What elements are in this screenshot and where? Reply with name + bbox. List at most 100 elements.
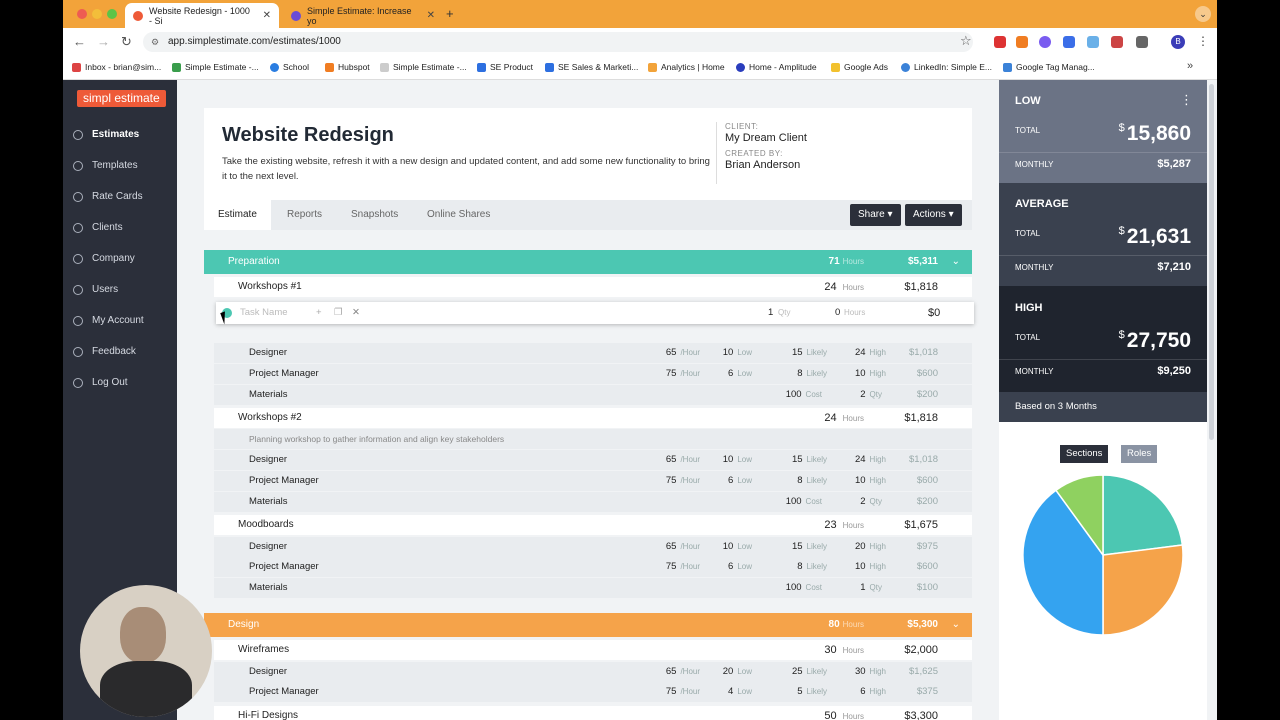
task-row[interactable]: Hi-Fi Designs 50 Hours $3,300 [214, 706, 972, 720]
high-cell[interactable]: 24 High [855, 450, 886, 470]
rate-cell[interactable]: 75/Hour [666, 364, 700, 384]
likely-cell[interactable]: 5 Likely [797, 682, 827, 702]
duplicate-icon[interactable]: ❐ [334, 302, 343, 324]
task-name-input[interactable]: Task Name [240, 302, 288, 324]
bookmark-item[interactable]: Google Ads [831, 62, 888, 72]
sidebar-item-log-out[interactable]: Log Out [73, 377, 128, 388]
role-row[interactable]: Designer 65/Hour 10 Low 15 Likely 20 High $… [214, 537, 972, 557]
rate-cell[interactable]: 65/Hour [666, 537, 700, 557]
rate-cell[interactable]: 75/Hour [666, 471, 700, 491]
low-cell[interactable]: 10 Low [723, 343, 752, 363]
section-header[interactable]: Preparation 71 Hours $5,311 ⌄ [204, 250, 972, 274]
sidebar-item-estimates[interactable]: Estimates [73, 129, 139, 140]
bookmark-item[interactable]: SE Product [477, 62, 533, 72]
tab-estimate[interactable]: Estimate [204, 200, 271, 230]
tab-reports[interactable]: Reports [287, 200, 322, 230]
close-tab-icon[interactable]: ✕ [427, 10, 435, 21]
low-cell[interactable]: 6 Low [728, 471, 752, 491]
sidebar-item-users[interactable]: Users [73, 284, 118, 295]
app-logo[interactable]: simpl estimate [77, 90, 166, 107]
sidebar-item-clients[interactable]: Clients [73, 222, 123, 233]
role-row[interactable]: Designer 65/Hour 10 Low 15 Likely 24 High $… [214, 450, 972, 470]
bookmark-item[interactable]: Simple Estimate -... [172, 62, 259, 72]
profile-avatar[interactable]: B [1171, 35, 1185, 49]
role-row[interactable]: Project Manager 75/Hour 6 Low 8 Likely 10 H… [214, 557, 972, 577]
likely-cell[interactable]: 15 Likely [792, 343, 827, 363]
rate-cell[interactable]: 65/Hour [666, 343, 700, 363]
role-row[interactable]: Project Manager 75/Hour 6 Low 8 Likely 10 H… [214, 471, 972, 491]
bookmark-item[interactable]: Hubspot [325, 62, 370, 72]
mail-extension-icon[interactable] [1111, 36, 1123, 48]
share-button[interactable]: Share ▾ [850, 204, 901, 226]
low-cell[interactable]: 6 Low [728, 557, 752, 577]
bookmark-item[interactable]: SE Sales & Marketi... [545, 62, 638, 72]
low-cell[interactable]: 20 Low [723, 662, 752, 682]
extension-icon[interactable] [1016, 36, 1028, 48]
likely-cell[interactable]: 8 Likely [797, 557, 827, 577]
high-cell[interactable]: 24 High [855, 343, 886, 363]
browser-tab[interactable]: Simple Estimate: Increase yo ✕ [283, 3, 443, 28]
toggle-roles[interactable]: Roles [1121, 445, 1158, 463]
close-tab-icon[interactable]: ✕ [263, 10, 271, 21]
pie-slice-1[interactable] [1102, 474, 1184, 556]
scrollbar[interactable] [1209, 84, 1214, 440]
forward-icon[interactable]: → [97, 34, 110, 49]
add-icon[interactable]: + [316, 302, 322, 324]
rate-cell[interactable]: 65/Hour [666, 450, 700, 470]
bookmark-item[interactable]: School [270, 62, 309, 72]
based-on-months[interactable]: Based on 3 Months [999, 392, 1207, 422]
bookmark-item[interactable]: Google Tag Manag... [1003, 62, 1095, 72]
client-name[interactable]: My Dream Client [725, 132, 807, 144]
rate-cell[interactable]: 65/Hour [666, 662, 700, 682]
extension-icon[interactable] [1087, 36, 1099, 48]
address-bar[interactable]: ⚙ app.simplestimate.com/estimates/1000 [143, 32, 973, 52]
collapse-chevron-icon[interactable]: ⌄ [952, 613, 960, 637]
cost-cell[interactable]: 100 Cost [786, 385, 822, 405]
role-row[interactable]: Designer 65/Hour 10 Low 15 Likely 24 High $… [214, 343, 972, 363]
sidebar-item-templates[interactable]: Templates [73, 160, 138, 171]
bookmark-item[interactable]: Inbox - brian@sim... [72, 62, 161, 72]
bookmark-item[interactable]: Analytics | Home [648, 62, 725, 72]
task-notes[interactable]: Planning workshop to gather information … [214, 429, 972, 449]
sidebar-item-feedback[interactable]: Feedback [73, 346, 136, 357]
actions-button[interactable]: Actions ▾ [905, 204, 962, 226]
back-icon[interactable]: ← [73, 34, 86, 49]
high-cell[interactable]: 10 High [855, 471, 886, 491]
reload-icon[interactable]: ↻ [121, 34, 132, 50]
close-window-icon[interactable] [77, 9, 87, 19]
bookmark-item[interactable]: LinkedIn: Simple E... [901, 62, 992, 72]
task-qty[interactable]: 1 [768, 302, 773, 324]
high-cell[interactable]: 30 High [855, 662, 886, 682]
bookmark-item[interactable]: Home - Amplitude [736, 62, 817, 72]
extension-icon[interactable] [1039, 36, 1051, 48]
more-bookmarks-icon[interactable]: » [1187, 60, 1193, 72]
qty-cell[interactable]: 2 Qty [860, 385, 882, 405]
qty-cell[interactable]: 1 Qty [860, 578, 882, 598]
maximize-window-icon[interactable] [107, 9, 117, 19]
bookmark-star-icon[interactable]: ☆ [960, 33, 972, 49]
material-row[interactable]: Materials 100 Cost 1 Qty $100 [214, 578, 972, 598]
extensions-puzzle-icon[interactable] [1136, 36, 1148, 48]
high-cell[interactable]: 6 High [860, 682, 886, 702]
qty-cell[interactable]: 2 Qty [860, 492, 882, 512]
cost-cell[interactable]: 100 Cost [786, 492, 822, 512]
tab-snapshots[interactable]: Snapshots [351, 200, 398, 230]
likely-cell[interactable]: 8 Likely [797, 471, 827, 491]
sidebar-item-rate-cards[interactable]: Rate Cards [73, 191, 143, 202]
likely-cell[interactable]: 15 Likely [792, 450, 827, 470]
section-header[interactable]: Design 80 Hours $5,300 ⌄ [204, 613, 972, 637]
rate-cell[interactable]: 75/Hour [666, 557, 700, 577]
high-cell[interactable]: 20 High [855, 537, 886, 557]
tab-online-shares[interactable]: Online Shares [427, 200, 490, 230]
low-cell[interactable]: 6 Low [728, 364, 752, 384]
material-row[interactable]: Materials 100 Cost 2 Qty $200 [214, 385, 972, 405]
cost-cell[interactable]: 100 Cost [786, 578, 822, 598]
rate-cell[interactable]: 75/Hour [666, 682, 700, 702]
high-cell[interactable]: 10 High [855, 557, 886, 577]
material-row[interactable]: Materials 100 Cost 2 Qty $200 [214, 492, 972, 512]
toggle-sections[interactable]: Sections [1060, 445, 1109, 463]
task-row[interactable]: Moodboards 23 Hours $1,675 [214, 515, 972, 535]
minimize-window-icon[interactable] [92, 9, 102, 19]
low-cell[interactable]: 10 Low [723, 450, 752, 470]
extension-icon[interactable] [1063, 36, 1075, 48]
